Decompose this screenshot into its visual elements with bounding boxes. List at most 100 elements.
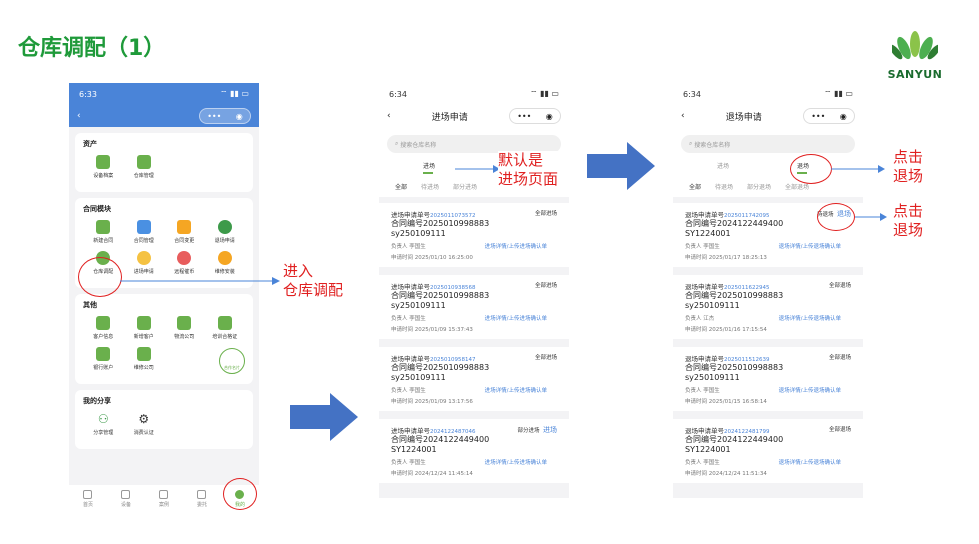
list-item[interactable]: 进场申请单号2024122487046 部分进场 进场 合同编号20241224… — [379, 418, 569, 483]
status-icons: ⌔ ▮▮ ▭ — [220, 89, 249, 98]
status-badge: 全部退场 — [828, 354, 851, 361]
project-code: sy250109111 — [685, 372, 740, 382]
list-item[interactable]: 进场申请单号2025010958147 全部进场 合同编号20250109988… — [379, 346, 569, 411]
annotation-line: 点击 — [893, 148, 924, 166]
annotation-line: 进入 — [283, 262, 314, 280]
status-icons: ⌔ ▮▮ ▭ — [824, 89, 853, 98]
close-target-icon[interactable]: ◉ — [840, 112, 847, 121]
tab-pending[interactable]: 待进场 — [421, 182, 439, 191]
owner: 负责人 李国生 — [685, 387, 720, 394]
apply-label: 进场申请单号 — [391, 354, 430, 363]
bank-icon — [96, 347, 111, 361]
menu-label: 进场申请 — [133, 269, 154, 275]
enter-action[interactable]: 进场 — [543, 426, 557, 434]
section-assets: 资产 设备档案 仓库管理 — [75, 133, 253, 192]
menu-label: 维修公司 — [133, 365, 154, 371]
menu-label: 合同管理 — [133, 238, 154, 244]
mini-capsule[interactable]: ••• ◉ — [199, 108, 251, 124]
menu-item[interactable]: ⚙ 消费认证 — [124, 412, 165, 436]
section-title: 我的分享 — [83, 397, 111, 405]
contract-no: 合同编号2024122449400 — [685, 434, 784, 444]
section-title: 合同模块 — [83, 205, 111, 213]
menu-item[interactable]: 维修公司 — [124, 347, 165, 371]
contract-no: 合同编号2025010998883 — [685, 290, 784, 300]
menu-item[interactable]: 银行账户 — [83, 347, 124, 371]
tab-enter[interactable]: 进场 — [717, 161, 729, 174]
detail-link[interactable]: 退场详情/上传退场确认单 — [779, 386, 841, 394]
menu-item[interactable]: ⚇ 分享管理 — [83, 412, 124, 436]
card-fab[interactable]: 合作名片 — [219, 348, 245, 374]
detail-link[interactable]: 进场详情/上传进场确认单 — [485, 386, 547, 394]
back-icon[interactable]: ‹ — [77, 111, 81, 121]
more-icon[interactable]: ••• — [811, 112, 825, 121]
mini-capsule[interactable]: ••• ◉ — [803, 108, 855, 124]
annotation-default: 默认是 进场页面 — [498, 151, 559, 189]
tab-entrust[interactable]: 委托 — [197, 490, 207, 508]
contract-no: 合同编号2025010998883 — [391, 290, 490, 300]
menu-label: 仓库管理 — [133, 173, 154, 179]
tab-case[interactable]: 案例 — [159, 490, 169, 508]
detail-link[interactable]: 退场详情/上传退场确认单 — [779, 458, 841, 466]
section-title: 资产 — [83, 140, 97, 148]
tab-all[interactable]: 全部 — [689, 182, 701, 191]
more-icon[interactable]: ••• — [207, 112, 221, 121]
list-item[interactable]: 退场申请单号2025011512639 全部退场 合同编号20250109988… — [673, 346, 863, 411]
menu-item[interactable]: 新建合同 — [83, 220, 124, 244]
owner: 负责人 李国生 — [391, 315, 426, 322]
menu-item[interactable]: 维修安装 — [205, 251, 246, 275]
menu-item[interactable]: 合同变更 — [164, 220, 205, 244]
search-placeholder: 搜索仓库名称 — [400, 141, 437, 149]
menu-item[interactable]: 客户信息 — [83, 316, 124, 340]
repair-company-icon — [136, 347, 151, 361]
list-item[interactable]: 退场申请单号2025011622945 全部退场 合同编号20250109988… — [673, 274, 863, 339]
tab-partial[interactable]: 部分进场 — [453, 182, 477, 191]
menu-item[interactable]: 仓库管理 — [124, 155, 165, 179]
detail-link[interactable]: 退场详情/上传退场确认单 — [779, 314, 841, 322]
case-icon — [159, 490, 169, 499]
detail-link[interactable]: 进场详情/上传进场确认单 — [485, 242, 547, 250]
apply-time: 申请时间 2025/01/16 17:15:54 — [685, 326, 767, 333]
menu-label: 新建合同 — [93, 238, 114, 244]
tab-home[interactable]: 首页 — [83, 490, 93, 508]
tab-device[interactable]: 设备 — [121, 490, 131, 508]
menu-item[interactable]: 培训合格证 — [205, 316, 246, 340]
apply-time: 申请时间 2024/12/24 11:51:34 — [685, 470, 767, 477]
apply-number: 2025011512639 — [724, 356, 770, 363]
tab-partial[interactable]: 部分退场 — [747, 182, 771, 191]
menu-label: 设备档案 — [93, 173, 114, 179]
repair-icon — [217, 251, 232, 265]
apply-number: 2025011073572 — [430, 212, 476, 219]
back-icon[interactable]: ‹ — [681, 111, 685, 121]
tab-label: 设备 — [120, 502, 131, 508]
detail-link[interactable]: 退场详情/上传退场确认单 — [779, 242, 841, 250]
menu-label: 远程催币 — [174, 269, 195, 275]
menu-item[interactable]: 远程催币 — [164, 251, 205, 275]
close-target-icon[interactable]: ◉ — [546, 112, 553, 121]
menu-item[interactable]: 进场申请 — [124, 251, 165, 275]
menu-item[interactable]: 合同管理 — [124, 220, 165, 244]
menu-item[interactable]: 新增客户 — [124, 316, 165, 340]
close-target-icon[interactable]: ◉ — [236, 112, 243, 121]
menu-item[interactable]: 物流公司 — [164, 316, 205, 340]
status-badge: 全部退场 — [828, 282, 851, 289]
add-customer-icon — [136, 316, 151, 330]
menu-item[interactable]: 设备档案 — [83, 155, 124, 179]
contract-no: 合同编号2025010998883 — [391, 218, 490, 228]
status-icons: ⌔ ▮▮ ▭ — [530, 89, 559, 98]
more-icon[interactable]: ••• — [517, 112, 531, 121]
detail-link[interactable]: 进场详情/上传进场确认单 — [485, 314, 547, 322]
detail-link[interactable]: 进场详情/上传进场确认单 — [485, 458, 547, 466]
back-icon[interactable]: ‹ — [387, 111, 391, 121]
tab-all[interactable]: 全部 — [395, 182, 407, 191]
owner: 负责人 李国生 — [391, 459, 426, 466]
search-input[interactable]: ⌕ 搜索仓库名称 — [681, 135, 855, 153]
contract-no: 合同编号2025010998883 — [391, 362, 490, 372]
highlight-circle-exit-tab — [790, 154, 832, 184]
list-item[interactable]: 退场申请单号2024122481799 全部退场 合同编号20241224494… — [673, 418, 863, 483]
menu-item[interactable]: 退场申请 — [205, 220, 246, 244]
list-item[interactable]: 进场申请单号2025011073572 全部进场 合同编号20250109988… — [379, 202, 569, 267]
tab-pending[interactable]: 待退场 — [715, 182, 733, 191]
list-item[interactable]: 进场申请单号2025010938568 全部进场 合同编号20250109988… — [379, 274, 569, 339]
apply-time: 申请时间 2025/01/15 16:58:14 — [685, 398, 767, 405]
mini-capsule[interactable]: ••• ◉ — [509, 108, 561, 124]
